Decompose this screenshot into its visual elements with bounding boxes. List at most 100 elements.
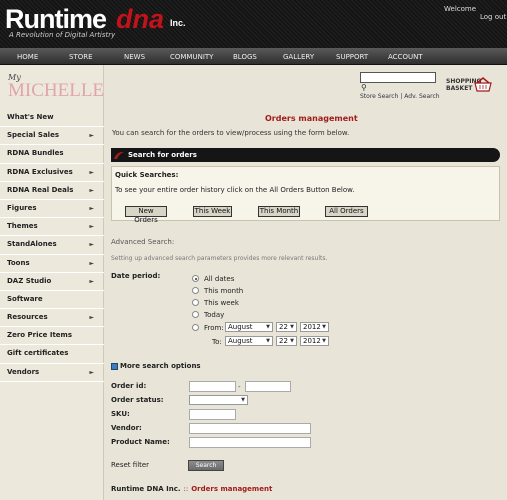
logout-link[interactable]: Log out bbox=[480, 13, 506, 21]
main-nav: HOME STORE NEWS COMMUNITY BLOGS GALLERY … bbox=[0, 48, 507, 65]
sidebar-item-zero-price[interactable]: Zero Price Items bbox=[0, 327, 104, 346]
this-month-button[interactable]: This Month bbox=[258, 206, 300, 217]
sidebar-item-rdna-real-deals[interactable]: RDNA Real Deals ► bbox=[0, 182, 104, 200]
basket-icon[interactable] bbox=[474, 77, 492, 93]
chevron-down-icon: ▼ bbox=[266, 338, 270, 344]
radio-custom-range[interactable] bbox=[192, 324, 199, 331]
to-label: To: bbox=[212, 338, 222, 346]
order-id-from-input[interactable] bbox=[189, 381, 236, 392]
sidebar-item-standalones[interactable]: StandAlones ► bbox=[0, 236, 104, 255]
nav-store[interactable]: STORE bbox=[69, 53, 93, 61]
site-header: Runtime dna Inc. A Revolution of Digital… bbox=[0, 0, 507, 48]
radio-today[interactable] bbox=[192, 311, 199, 318]
from-day-value: 22 bbox=[279, 323, 288, 331]
nav-support[interactable]: SUPPORT bbox=[336, 53, 368, 61]
brand-michelle: MICHELLE bbox=[8, 80, 105, 101]
welcome-text: Welcome bbox=[444, 5, 477, 13]
arrow-right-icon: ► bbox=[89, 132, 94, 140]
category-list: What's New Special Sales ► RDNA Bundles R… bbox=[0, 109, 104, 382]
sidebar-item-special-sales[interactable]: Special Sales ► bbox=[0, 127, 104, 146]
breadcrumb-separator: :: bbox=[183, 485, 189, 493]
my-michelle-logo[interactable]: My MICHELLE bbox=[8, 73, 104, 102]
arrow-right-icon: ► bbox=[89, 241, 94, 249]
to-month-value: August bbox=[228, 337, 253, 345]
to-day-select[interactable]: 22 ▼ bbox=[276, 336, 297, 346]
arrow-right-icon: ► bbox=[89, 314, 94, 322]
sidebar-item-daz-studio[interactable]: DAZ Studio ► bbox=[0, 273, 104, 291]
chevron-down-icon: ▼ bbox=[290, 338, 294, 344]
sidebar-item-gift-certificates[interactable]: Gift certificates bbox=[0, 345, 104, 364]
store-search-input[interactable] bbox=[360, 72, 436, 83]
nav-blogs[interactable]: BLOGS bbox=[233, 53, 257, 61]
product-name-input[interactable] bbox=[189, 437, 311, 448]
sku-input[interactable] bbox=[189, 409, 236, 420]
arrow-right-icon: ► bbox=[89, 259, 94, 267]
section-title: Search for orders bbox=[128, 151, 197, 159]
nav-community[interactable]: COMMUNITY bbox=[170, 53, 213, 61]
logo-dna[interactable]: dna bbox=[116, 4, 164, 35]
from-year-value: 2012 bbox=[303, 323, 321, 331]
sidebar-item-toons[interactable]: Toons ► bbox=[0, 255, 104, 273]
sidebar-item-label: Figures bbox=[7, 203, 37, 212]
sidebar-item-vendors[interactable]: Vendors ► bbox=[0, 364, 104, 382]
store-search-link[interactable]: Store Search bbox=[360, 93, 398, 100]
nav-home[interactable]: HOME bbox=[17, 53, 38, 61]
order-status-select[interactable]: ▼ bbox=[189, 395, 248, 405]
sidebar-item-figures[interactable]: Figures ► bbox=[0, 200, 104, 219]
to-year-value: 2012 bbox=[303, 337, 321, 345]
sidebar-item-label: Toons bbox=[7, 258, 30, 267]
from-year-select[interactable]: 2012 ▼ bbox=[300, 322, 329, 332]
sidebar-item-rdna-bundles[interactable]: RDNA Bundles bbox=[0, 145, 104, 164]
all-orders-button[interactable]: All Orders bbox=[325, 206, 368, 217]
sidebar-item-label: Vendors bbox=[7, 367, 40, 376]
sidebar-item-label: RDNA Bundles bbox=[7, 149, 64, 158]
more-search-options-toggle[interactable]: More search options bbox=[111, 362, 201, 370]
nav-account[interactable]: ACCOUNT bbox=[388, 53, 423, 61]
adv-search-link[interactable]: Adv. Search bbox=[404, 93, 439, 100]
arrow-right-icon: ► bbox=[89, 204, 94, 212]
breadcrumb-home[interactable]: Runtime DNA Inc. bbox=[111, 485, 181, 493]
advanced-search-title: Advanced Search: bbox=[111, 238, 175, 246]
from-label: From: bbox=[204, 324, 224, 332]
to-month-select[interactable]: August ▼ bbox=[225, 336, 273, 346]
radio-all-dates[interactable] bbox=[192, 275, 199, 282]
swoosh-icon bbox=[114, 151, 124, 159]
sidebar-item-themes[interactable]: Themes ► bbox=[0, 218, 104, 237]
radio-this-month[interactable] bbox=[192, 287, 199, 294]
arrow-right-icon: ► bbox=[89, 223, 94, 231]
sidebar-item-label: Special Sales bbox=[7, 131, 59, 140]
quick-search-title: Quick Searches: bbox=[115, 171, 179, 179]
reset-filter-link[interactable]: Reset filter bbox=[111, 461, 149, 469]
vendor-input[interactable] bbox=[189, 423, 311, 434]
sidebar-item-software[interactable]: Software bbox=[0, 291, 104, 310]
sidebar-item-label: Software bbox=[7, 294, 43, 303]
sidebar-item-label: StandAlones bbox=[7, 240, 57, 249]
store-search-links: Store Search | Adv. Search bbox=[360, 93, 440, 100]
radio-this-month-label: This month bbox=[204, 287, 244, 295]
sidebar-item-whats-new[interactable]: What's New bbox=[0, 109, 104, 128]
from-day-select[interactable]: 22 ▼ bbox=[276, 322, 297, 332]
logo-tagline: A Revolution of Digital Artistry bbox=[9, 31, 116, 39]
order-id-to-input[interactable] bbox=[245, 381, 291, 392]
this-week-button[interactable]: This Week bbox=[193, 206, 232, 217]
search-icon[interactable]: ⚲ bbox=[361, 83, 367, 92]
nav-gallery[interactable]: GALLERY bbox=[283, 53, 314, 61]
radio-this-week[interactable] bbox=[192, 299, 199, 306]
order-id-label: Order id: bbox=[111, 382, 147, 390]
from-month-select[interactable]: August ▼ bbox=[225, 322, 273, 332]
sidebar-item-rdna-exclusives[interactable]: RDNA Exclusives ► bbox=[0, 164, 104, 182]
search-button[interactable]: Search bbox=[188, 460, 224, 471]
link-separator: | bbox=[400, 93, 403, 100]
nav-news[interactable]: NEWS bbox=[124, 53, 145, 61]
sidebar-item-label: Themes bbox=[7, 222, 38, 231]
product-name-label: Product Name: bbox=[111, 438, 170, 446]
sidebar-item-resources[interactable]: Resources ► bbox=[0, 309, 104, 328]
to-year-select[interactable]: 2012 ▼ bbox=[300, 336, 329, 346]
breadcrumb-current: Orders management bbox=[191, 485, 273, 493]
sidebar-item-label: RDNA Real Deals bbox=[7, 185, 74, 194]
new-orders-button[interactable]: New Orders bbox=[125, 206, 167, 224]
vendor-label: Vendor: bbox=[111, 424, 142, 432]
collapse-icon bbox=[111, 362, 118, 370]
chevron-down-icon: ▼ bbox=[322, 324, 326, 330]
more-search-options-label: More search options bbox=[120, 362, 201, 370]
